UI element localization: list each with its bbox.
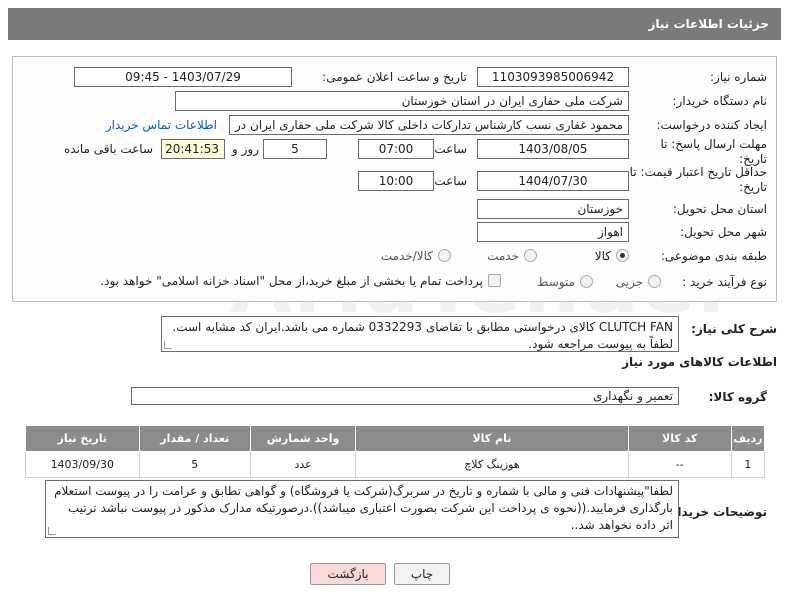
goods-table: ردیف کد کالا نام کالا واحد شمارش تعداد /… [25, 425, 766, 478]
description-text: CLUTCH FAN کالای درخواستی مطابق با تقاضا… [172, 320, 673, 351]
cell-qty: 5 [138, 451, 251, 478]
page-title-bar: جزئیات اطلاعات نیاز [8, 8, 781, 40]
cell-unit: عدد [249, 451, 357, 478]
reply-time-label: ساعت [434, 142, 467, 156]
cell-code: -- [627, 451, 732, 478]
province-field: خوزستان [477, 199, 629, 219]
need-number-field: 1103093985006942 [477, 67, 629, 87]
buyer-notes-label: توضیحات خریدار: [665, 505, 767, 519]
purchase-minor-radio[interactable] [648, 275, 661, 288]
resize-handle-icon[interactable] [48, 527, 56, 535]
purchase-type-label: نوع فرآیند خرید : [682, 275, 767, 289]
treasury-payment-note: پرداخت تمام یا بخشی از مبلغ خرید،از محل … [100, 274, 483, 288]
col-code-header: کد کالا [627, 425, 732, 452]
need-number-label: شماره نیاز: [710, 70, 767, 84]
requester-field: محمود غفاری نسب کارشناس تدارکات داخلی کا… [229, 115, 629, 135]
remaining-label: ساعت باقی مانده [63, 142, 153, 156]
city-field: اهواز [477, 222, 629, 242]
province-label: استان محل تحویل: [672, 202, 767, 216]
category-service-radio[interactable] [524, 249, 537, 262]
buyer-org-label: نام دستگاه خریدار: [672, 94, 768, 108]
description-label: شرح کلی نیاز: [691, 322, 777, 336]
category-goods-radio[interactable] [616, 249, 629, 262]
description-field: CLUTCH FAN کالای درخواستی مطابق با تقاضا… [161, 316, 679, 352]
purchase-minor-label: جزیی [615, 275, 643, 289]
reply-time-field: 07:00 [358, 139, 434, 159]
category-goods-service-label: کالا/خدمت [380, 249, 433, 263]
col-name-header: نام کالا [355, 425, 629, 452]
category-goods-service-radio[interactable] [438, 249, 451, 262]
buyer-notes-field: لطفا"پیشنهادات فنی و مالی با شماره و تار… [45, 480, 679, 538]
col-qty-header: تعداد / مقدار [138, 425, 251, 452]
category-label: طبقه بندی موضوعی: [660, 249, 767, 263]
col-date-header: تاریخ نیاز [25, 425, 140, 452]
price-date-field: 1404/07/30 [477, 171, 629, 191]
buyer-notes-text: لطفا"پیشنهادات فنی و مالی با شماره و تار… [54, 484, 673, 532]
price-time-field: 10:00 [358, 171, 434, 191]
back-button[interactable]: بازگشت [310, 563, 386, 585]
remaining-time-field: 20:41:53 [161, 139, 225, 159]
days-field: 5 [263, 139, 327, 159]
city-label: شهر محل تحویل: [680, 225, 767, 239]
goods-table-header: ردیف کد کالا نام کالا واحد شمارش تعداد /… [25, 425, 766, 452]
purchase-medium-label: متوسط [537, 275, 575, 289]
price-validity-label: حداقل تاریخ اعتبار قیمت: تا تاریخ: [629, 165, 767, 194]
table-row: 1 -- هوزینگ کلاچ عدد 5 1403/09/30 [25, 451, 766, 478]
category-goods-label: کالا [594, 249, 611, 263]
goods-section-title: اطلاعات کالاهای مورد نیاز [622, 355, 777, 369]
resize-handle-icon[interactable] [164, 341, 172, 349]
cell-name: هوزینگ کلاچ [355, 451, 629, 478]
treasury-payment-checkbox[interactable] [488, 274, 501, 287]
reply-date-field: 1403/08/05 [477, 139, 629, 159]
page-title: جزئیات اطلاعات نیاز [648, 17, 769, 31]
col-row-header: ردیف [730, 425, 766, 452]
buyer-contact-link[interactable]: اطلاعات تماس خریدار [106, 118, 217, 132]
goods-group-label: گروه کالا: [708, 390, 767, 404]
print-button[interactable]: چاپ [394, 563, 450, 585]
days-label: روز و [232, 142, 259, 156]
buyer-org-field: شرکت ملی حفاری ایران در استان خوزستان [175, 91, 629, 111]
goods-group-field: تعمیر و نگهداری [131, 387, 679, 405]
announce-field: 1403/07/29 - 09:45 [74, 67, 292, 87]
purchase-medium-radio[interactable] [580, 275, 593, 288]
requester-label: ایجاد کننده درخواست: [656, 118, 767, 132]
category-service-label: خدمت [487, 249, 519, 263]
col-unit-header: واحد شمارش [249, 425, 357, 452]
cell-row: 1 [730, 451, 766, 478]
reply-deadline-label: مهلت ارسال پاسخ: تا تاریخ: [660, 137, 767, 166]
price-time-label: ساعت [434, 174, 467, 188]
cell-date: 1403/09/30 [25, 451, 140, 478]
announce-label: تاریخ و ساعت اعلان عمومی: [322, 70, 467, 84]
